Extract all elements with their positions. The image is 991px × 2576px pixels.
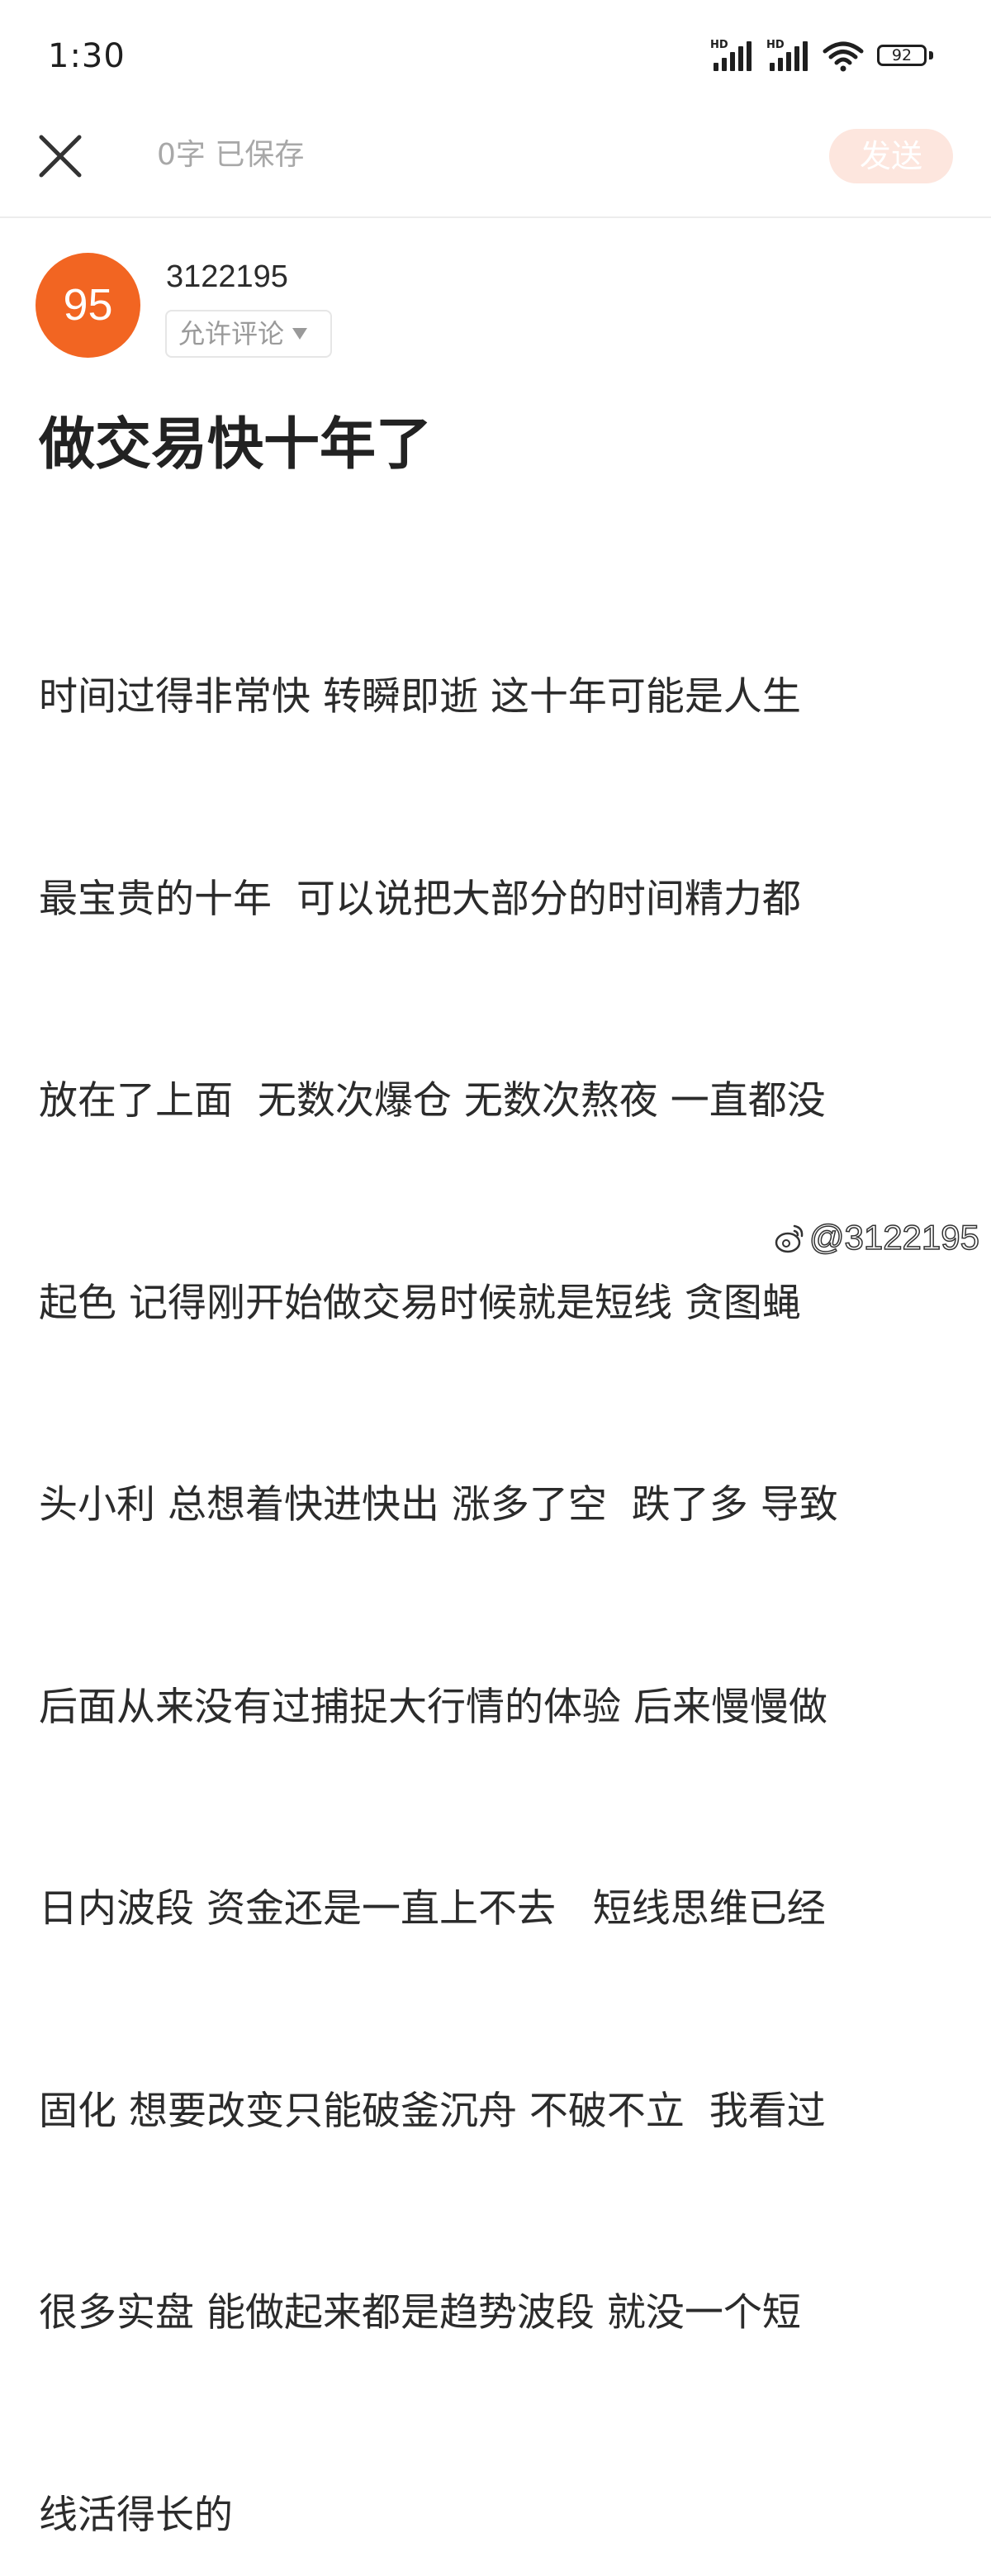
close-icon [39, 135, 82, 178]
signal-hd-icon: HD [766, 40, 809, 73]
username: 3122195 [166, 259, 288, 294]
post-body-line: 最宝贵的十年 可以说把大部分的时间精力都 [39, 876, 801, 922]
battery-level: 92 [877, 45, 927, 66]
close-button[interactable] [33, 129, 88, 183]
send-button[interactable]: 发送 [829, 129, 953, 183]
post-body-line: 时间过得非常快 转瞬即逝 这十年可能是人生 [39, 674, 801, 720]
avatar[interactable]: 95 [36, 253, 140, 358]
weibo-logo-icon [775, 1224, 804, 1253]
post-body-line: 固化 想要改变只能破釜沉舟 不破不立 我看过 [39, 2088, 826, 2134]
status-bar: 1:30 HD HD 92 [0, 0, 991, 107]
comment-permission-dropdown[interactable]: 允许评论 [165, 310, 332, 358]
post-body-line: 很多实盘 能做起来都是趋势波段 就没一个短 [39, 2290, 801, 2336]
post-body-line: 线活得长的 [39, 2492, 233, 2538]
editor-toolbar: 0字 已保存 发送 [0, 107, 991, 218]
post-body-line: 后面从来没有过捕捉大行情的体验 后来慢慢做 [39, 1684, 827, 1730]
post-body-line: 放在了上面 无数次爆仓 无数次熬夜 一直都没 [39, 1078, 826, 1124]
status-icons: HD HD 92 [710, 36, 933, 76]
signal-hd-icon: HD [710, 40, 753, 73]
status-time: 1:30 [48, 37, 126, 75]
post-title[interactable]: 做交易快十年了 [39, 408, 432, 482]
word-count-saved-status: 0字 已保存 [157, 138, 305, 172]
post-body-line: 起色 记得刚开始做交易时候就是短线 贪图蝇 [39, 1280, 801, 1326]
comment-permission-label: 允许评论 [178, 318, 285, 349]
battery-icon: 92 [877, 43, 933, 69]
triangle-down-icon [292, 328, 308, 340]
wifi-icon [823, 41, 864, 72]
post-body[interactable]: 时间过得非常快 转瞬即逝 这十年可能是人生 最宝贵的十年 可以说把大部分的时间精… [39, 529, 955, 2576]
post-body-line: 日内波段 资金还是一直上不去 短线思维已经 [39, 1886, 826, 1932]
post-body-line: 头小利 总想着快进快出 涨多了空 跌了多 导致 [39, 1482, 838, 1528]
watermark-text: @3122195 [808, 1217, 980, 1257]
weibo-watermark: @3122195 [773, 1214, 980, 1261]
